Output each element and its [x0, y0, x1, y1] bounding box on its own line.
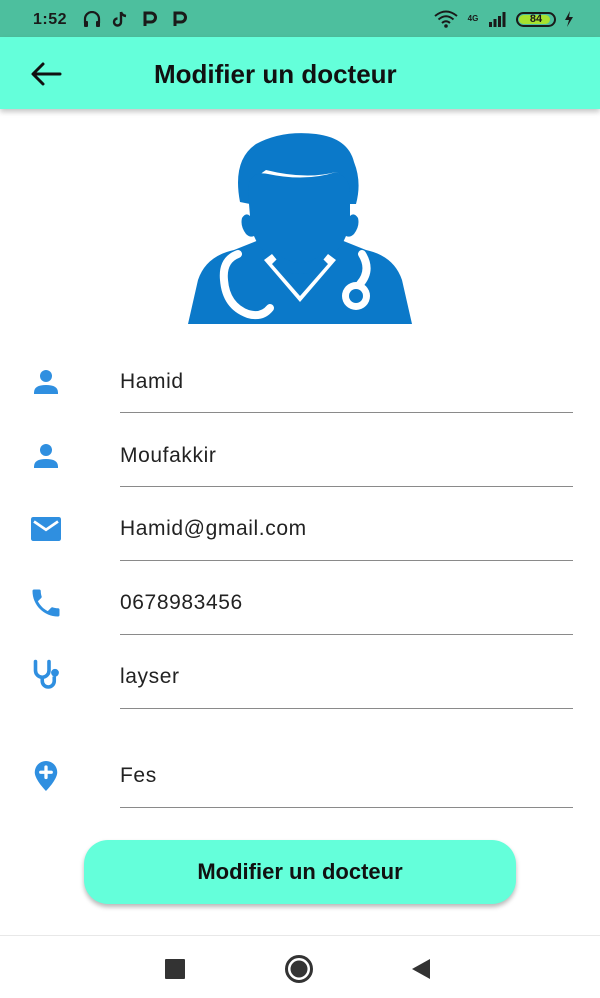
- first-name-underline: [120, 412, 573, 413]
- city-value[interactable]: Fes: [120, 764, 157, 788]
- specialty-underline: [120, 708, 573, 709]
- headphones-icon: [83, 11, 101, 27]
- system-nav-bar: [0, 935, 600, 998]
- last-name-value[interactable]: Moufakkir: [120, 444, 216, 468]
- email-underline: [120, 560, 573, 561]
- email-icon: [31, 517, 61, 541]
- network-type: 4G: [467, 14, 479, 23]
- first-name-value[interactable]: Hamid: [120, 370, 184, 394]
- specialty-value[interactable]: layser: [120, 665, 180, 689]
- modify-doctor-button-label: Modifier un docteur: [197, 859, 403, 884]
- first-name-field[interactable]: Hamid: [0, 352, 600, 413]
- email-value[interactable]: Hamid@gmail.com: [120, 517, 307, 541]
- tiktok-icon: [112, 11, 127, 27]
- battery-level: 84: [529, 13, 543, 25]
- city-underline: [120, 807, 573, 808]
- signal-icon: [489, 12, 506, 27]
- battery-icon: 84: [516, 11, 556, 27]
- stethoscope-icon: [33, 659, 59, 689]
- email-field[interactable]: Hamid@gmail.com: [0, 499, 600, 561]
- p-app-icon: [173, 11, 187, 26]
- specialty-field[interactable]: layser: [0, 647, 600, 709]
- back-triangle-icon[interactable]: [410, 957, 432, 981]
- arrow-back-icon[interactable]: [28, 59, 64, 89]
- phone-icon: [32, 589, 60, 617]
- charging-icon: [565, 11, 573, 27]
- city-field[interactable]: Fes: [0, 746, 600, 808]
- doctor-avatar-image: [188, 133, 412, 324]
- recents-square-icon[interactable]: [164, 958, 186, 980]
- person-icon: [34, 444, 58, 468]
- last-name-field[interactable]: Moufakkir: [0, 426, 600, 487]
- location-add-icon: [34, 761, 58, 791]
- app-bar: Modifier un docteur: [0, 37, 600, 109]
- p-app-icon: [143, 11, 157, 26]
- phone-value[interactable]: 0678983456: [120, 591, 243, 615]
- phone-underline: [120, 634, 573, 635]
- person-icon: [34, 370, 58, 394]
- wifi-icon: [434, 10, 458, 28]
- last-name-underline: [120, 486, 573, 487]
- status-time: 1:52: [33, 11, 68, 28]
- page-title: Modifier un docteur: [154, 59, 397, 89]
- phone-field[interactable]: 0678983456: [0, 573, 600, 635]
- status-bar: 1:52 4G 84: [0, 0, 600, 37]
- home-circle-icon[interactable]: [284, 954, 314, 984]
- status-indicators: 4G 84: [434, 9, 574, 29]
- modify-doctor-button[interactable]: Modifier un docteur: [84, 840, 516, 904]
